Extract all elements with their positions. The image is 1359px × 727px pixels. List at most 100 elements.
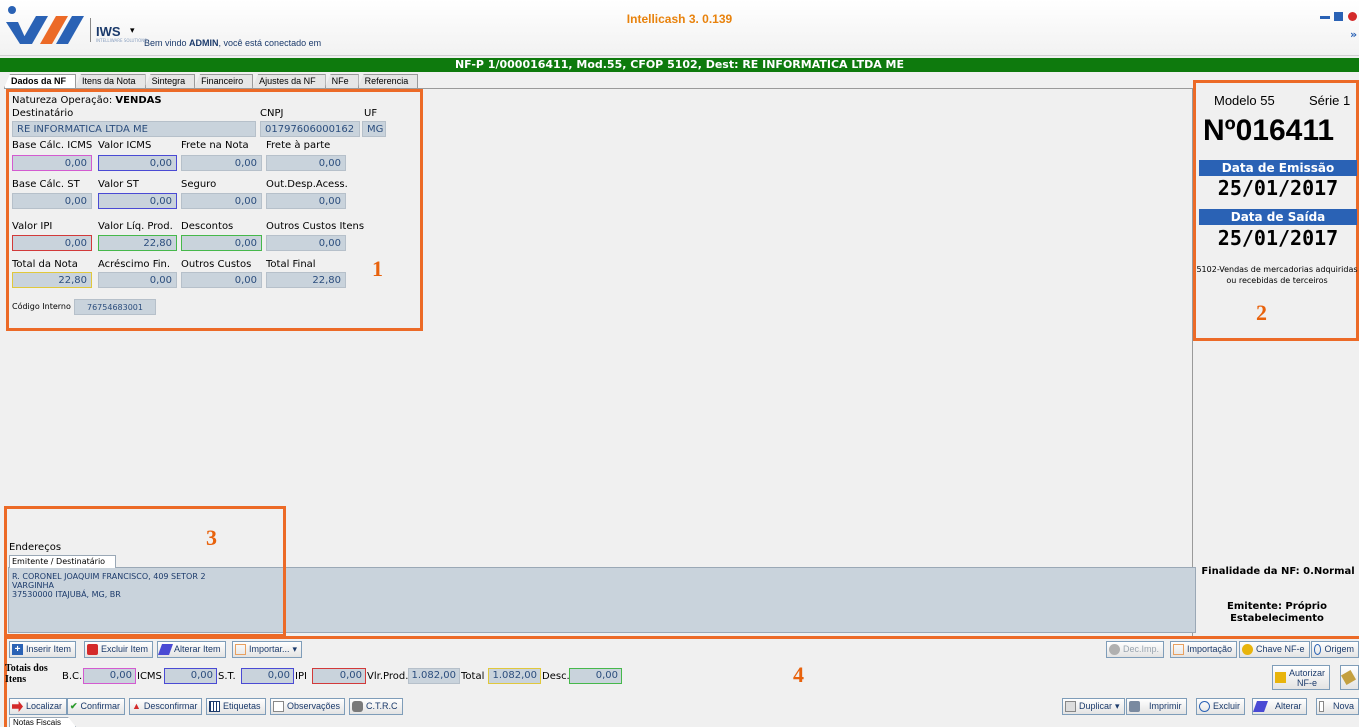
chave-nfe-button[interactable]: Chave NF-e: [1239, 641, 1310, 658]
endereco-line-1: R. CORONEL JOAQUIM FRANCISCO, 409 SETOR …: [12, 572, 206, 581]
nf-header: NF-P 1/000016411, Mod.55, CFOP 5102, Des…: [0, 58, 1359, 72]
descontos-label: Descontos: [181, 221, 234, 232]
vlr-prod-total-field[interactable]: 1.082,00: [408, 668, 460, 684]
valor-ipi-label: Valor IPI: [12, 221, 53, 232]
cnpj-field[interactable]: 01797606000162: [260, 121, 360, 137]
ipi-total-field[interactable]: 0,00: [312, 668, 366, 684]
natureza-operacao: Natureza Operação: VENDAS: [12, 95, 162, 106]
uf-field[interactable]: MG: [362, 121, 386, 137]
etiquetas-button[interactable]: Etiquetas: [206, 698, 266, 715]
st-label: S.T.: [218, 671, 236, 682]
seguro-field[interactable]: 0,00: [181, 193, 262, 209]
importacao-button[interactable]: Importação: [1170, 641, 1238, 658]
etiquetas-label: Etiquetas: [223, 701, 261, 711]
maximize-icon[interactable]: [1334, 12, 1343, 21]
tab-financeiro[interactable]: Financeiro: [194, 74, 254, 88]
expand-icon[interactable]: »: [1350, 28, 1357, 41]
imprimir-button[interactable]: Imprimir: [1126, 698, 1187, 715]
cnpj-label: CNPJ: [260, 108, 284, 119]
ctrc-button[interactable]: C.T.R.C: [349, 698, 403, 715]
out-desp-acess-field[interactable]: 0,00: [266, 193, 346, 209]
excluir-item-button[interactable]: Excluir Item: [84, 641, 154, 658]
confirmar-button[interactable]: ✔ Confirmar: [67, 698, 126, 715]
importar-button[interactable]: Importar... ▾: [232, 641, 303, 658]
alterar-item-button[interactable]: Alterar Item: [157, 641, 226, 658]
confirmar-label: Confirmar: [80, 701, 121, 711]
excluir-item-label: Excluir Item: [101, 644, 149, 654]
tab-itens-da-nota[interactable]: Itens da Nota: [75, 74, 146, 88]
st-total-field[interactable]: 0,00: [241, 668, 294, 684]
total-final-field[interactable]: 22,80: [266, 272, 346, 288]
chevron-down-icon: ▾: [1115, 701, 1120, 711]
key-icon: [1242, 644, 1253, 655]
welcome-text: Bem vindo ADMIN, você está conectado em: [144, 38, 322, 48]
tab-sintegra[interactable]: Sintegra: [144, 74, 196, 88]
seguro-label: Seguro: [181, 179, 217, 190]
annotation-2: 2: [1256, 300, 1267, 325]
dec-imp-button[interactable]: Dec.Imp.: [1106, 641, 1165, 658]
outros-custos-itens-field[interactable]: 0,00: [266, 235, 346, 251]
excluir-button[interactable]: Excluir: [1196, 698, 1246, 715]
totais-title: Totais dos Itens: [5, 663, 48, 685]
tab-notas-fiscais[interactable]: Notas Fiscais: [9, 717, 77, 727]
autorizar-nfe-button[interactable]: Autorizar NF-e: [1272, 665, 1330, 690]
saida-label: Data de Saída: [1199, 209, 1357, 225]
nova-label: Nova: [1332, 701, 1354, 711]
frete-a-parte-field[interactable]: 0,00: [266, 155, 346, 171]
close-icon[interactable]: [1348, 12, 1357, 21]
alterar-label: Alterar: [1275, 701, 1302, 711]
destinatario-field[interactable]: RE INFORMATICA LTDA ME: [12, 121, 256, 137]
enderecos-title: Endereços: [9, 542, 62, 553]
descontos-field[interactable]: 0,00: [181, 235, 262, 251]
copy-icon: [1065, 701, 1076, 712]
outros-custos-field[interactable]: 0,00: [181, 272, 262, 288]
nova-button[interactable]: Nova: [1316, 698, 1359, 715]
total-da-nota-field[interactable]: 22,80: [12, 272, 92, 288]
localizar-button[interactable]: Localizar: [9, 698, 68, 715]
valor-st-label: Valor ST: [98, 179, 139, 190]
inserir-item-button[interactable]: + Inserir Item: [9, 641, 77, 658]
new-document-icon: [1319, 701, 1324, 712]
desconfirmar-button[interactable]: ▲ Desconfirmar: [129, 698, 203, 715]
valor-liq-prod-field[interactable]: 22,80: [98, 235, 177, 251]
base-calc-st-field[interactable]: 0,00: [12, 193, 92, 209]
codigo-interno-field[interactable]: 76754683001: [74, 299, 156, 315]
outros-custos-label: Outros Custos: [181, 259, 252, 270]
frete-a-parte-label: Frete à parte: [266, 140, 331, 151]
observacoes-button[interactable]: Observações: [270, 698, 346, 715]
barcode-icon: [209, 701, 220, 712]
acrescimo-fin-field[interactable]: 0,00: [98, 272, 177, 288]
total-field[interactable]: 1.082,00: [488, 668, 541, 684]
frete-na-nota-field[interactable]: 0,00: [181, 155, 262, 171]
destinatario-label: Destinatário: [12, 108, 74, 119]
ipi-label: IPI: [295, 671, 307, 682]
tab-referencia[interactable]: Referencia: [357, 74, 419, 88]
origem-label: Origem: [1324, 644, 1354, 654]
valor-ipi-field[interactable]: 0,00: [12, 235, 92, 251]
base-calc-icms-field[interactable]: 0,00: [12, 155, 92, 171]
icms-total-field[interactable]: 0,00: [164, 668, 217, 684]
bc-total-field[interactable]: 0,00: [83, 668, 136, 684]
tab-emitente-destinatario[interactable]: Emitente / Destinatário: [9, 555, 117, 568]
tab-dados-da-nf[interactable]: Dados da NF: [4, 74, 77, 88]
chevron-down-icon[interactable]: ▾: [130, 26, 135, 36]
valor-st-field[interactable]: 0,00: [98, 193, 177, 209]
importar-label: Importar...: [249, 644, 290, 654]
tab-nfe[interactable]: NFe: [324, 74, 359, 88]
emissao-date: 25/01/2017: [1217, 176, 1339, 200]
localizar-label: Localizar: [26, 701, 63, 711]
desc-total-field[interactable]: 0,00: [569, 668, 622, 684]
pencil-icon: [1252, 701, 1269, 712]
origem-button[interactable]: Origem: [1311, 641, 1359, 658]
minimize-icon[interactable]: [1320, 16, 1330, 19]
vlr-prod-label: Vlr.Prod.: [367, 671, 409, 682]
alterar-button[interactable]: Alterar: [1252, 698, 1307, 715]
sign-button[interactable]: [1340, 665, 1359, 690]
tab-ajustes-da-nf[interactable]: Ajustes da NF: [252, 74, 326, 88]
base-calc-st-label: Base Cálc. ST: [12, 179, 80, 190]
refresh-icon: [1314, 644, 1322, 655]
annotation-1: 1: [372, 256, 383, 281]
base-calc-icms-label: Base Cálc. ICMS: [12, 140, 93, 151]
duplicar-button[interactable]: Duplicar ▾: [1062, 698, 1125, 715]
valor-icms-field[interactable]: 0,00: [98, 155, 177, 171]
